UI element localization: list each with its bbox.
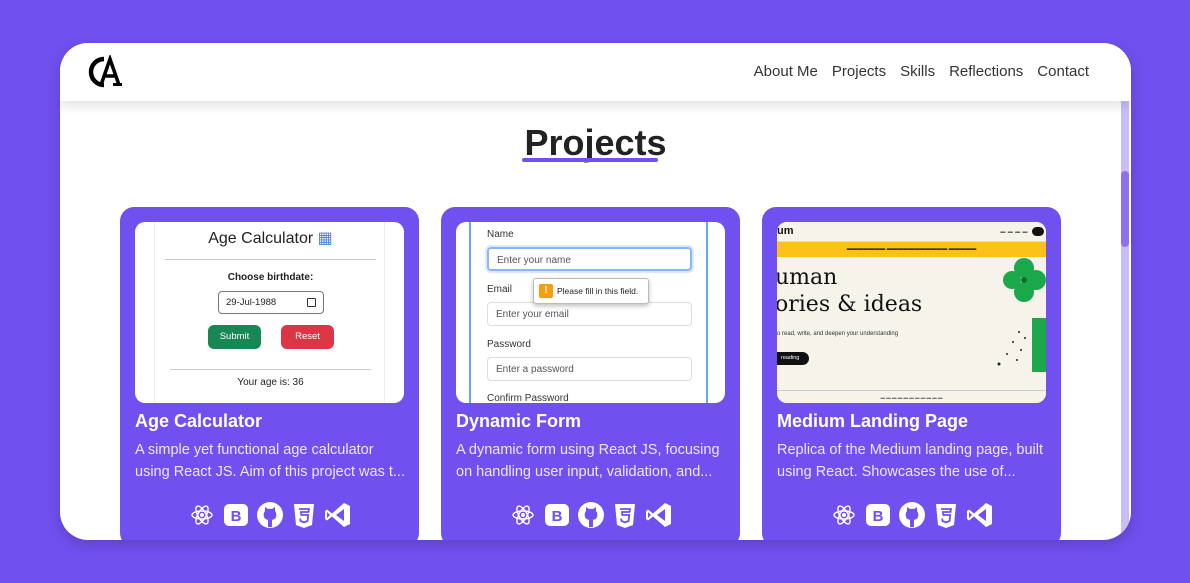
vscode-icon bbox=[324, 501, 352, 529]
password-input: Enter a password bbox=[487, 357, 692, 381]
project-card-dynamic-form[interactable]: Name Enter your name Email Enter your em… bbox=[441, 207, 740, 540]
title-underline bbox=[522, 158, 658, 162]
birthdate-input: 29-Jul-1988 bbox=[218, 291, 324, 314]
preview-subtext: o read, write, and deepen your understan… bbox=[777, 331, 899, 337]
tech-icons: B bbox=[762, 501, 1061, 529]
github-icon bbox=[577, 501, 605, 529]
vscode-icon bbox=[966, 501, 994, 529]
name-input: Enter your name bbox=[487, 247, 692, 271]
project-description: A dynamic form using React JS, focusing … bbox=[456, 442, 720, 480]
nav-link-projects[interactable]: Projects bbox=[832, 63, 886, 80]
css3-icon bbox=[932, 501, 960, 529]
navbar: About Me Projects Skills Reflections Con… bbox=[60, 43, 1131, 101]
bootstrap-icon: B bbox=[222, 501, 250, 529]
browser-window: About Me Projects Skills Reflections Con… bbox=[60, 43, 1131, 540]
preview-label: Choose birthdate: bbox=[227, 272, 314, 283]
nav-link-skills[interactable]: Skills bbox=[900, 63, 935, 80]
submit-button: Submit bbox=[208, 325, 261, 349]
bootstrap-icon: B bbox=[864, 501, 892, 529]
calendar-icon bbox=[307, 298, 316, 307]
email-input: Enter your email bbox=[487, 302, 692, 326]
medium-preview: um ▬ ▬ ▬ ▬ ▬▬▬▬▬▬▬ ▬▬▬▬▬▬▬▬▬▬▬ ▬▬▬▬▬ uma… bbox=[777, 222, 1046, 403]
react-icon bbox=[830, 501, 858, 529]
project-description: A simple yet functional age calculator u… bbox=[135, 442, 405, 480]
preview-footer: ▬ ▬ ▬ ▬ ▬ ▬ ▬ ▬ ▬ ▬ ▬ bbox=[777, 390, 1046, 403]
react-icon bbox=[509, 501, 537, 529]
scrollbar-thumb[interactable] bbox=[1121, 171, 1129, 247]
reset-button: Reset bbox=[281, 325, 334, 349]
project-card-age-calculator[interactable]: Age Calculator ▦ Choose birthdate: 29-Ju… bbox=[120, 207, 419, 540]
calendar-emoji-icon: ▦ bbox=[317, 230, 333, 247]
birthdate-value: 29-Jul-1988 bbox=[226, 297, 277, 308]
preview-nav-button bbox=[1032, 227, 1044, 236]
vscode-icon bbox=[645, 501, 673, 529]
project-card-medium-landing-page[interactable]: um ▬ ▬ ▬ ▬ ▬▬▬▬▬▬▬ ▬▬▬▬▬▬▬▬▬▬▬ ▬▬▬▬▬ uma… bbox=[762, 207, 1061, 540]
confirm-password-label: Confirm Password bbox=[487, 393, 569, 403]
preview-cta-button: reading bbox=[777, 352, 809, 365]
svg-text:B: B bbox=[551, 508, 562, 525]
dots-illustration-icon bbox=[997, 331, 1026, 366]
dynamic-form-preview: Name Enter your name Email Enter your em… bbox=[469, 222, 708, 403]
github-icon bbox=[898, 501, 926, 529]
nav-link-about-me[interactable]: About Me bbox=[754, 63, 818, 80]
logo-icon[interactable] bbox=[85, 55, 125, 89]
project-title: Medium Landing Page bbox=[777, 411, 969, 431]
preview-nav: um ▬ ▬ ▬ ▬ bbox=[777, 222, 1046, 242]
css3-icon bbox=[611, 501, 639, 529]
warning-icon: ! bbox=[539, 284, 553, 298]
tech-icons: B bbox=[120, 501, 419, 529]
project-title: Age Calculator bbox=[135, 411, 263, 431]
nav-link-contact[interactable]: Contact bbox=[1037, 63, 1089, 80]
divider bbox=[165, 259, 376, 260]
preview-nav-items: ▬ ▬ ▬ ▬ bbox=[1000, 229, 1028, 235]
github-icon bbox=[256, 501, 284, 529]
divider bbox=[170, 369, 371, 370]
age-calculator-preview: Age Calculator ▦ Choose birthdate: 29-Ju… bbox=[154, 222, 385, 403]
tech-icons: B bbox=[441, 501, 740, 529]
project-preview-image: um ▬ ▬ ▬ ▬ ▬▬▬▬▬▬▬ ▬▬▬▬▬▬▬▬▬▬▬ ▬▬▬▬▬ uma… bbox=[777, 222, 1046, 403]
validation-tooltip: ! Please fill in this field. bbox=[533, 278, 649, 304]
preview-heading: Age Calculator bbox=[208, 230, 314, 247]
svg-text:B: B bbox=[872, 508, 883, 525]
react-icon bbox=[188, 501, 216, 529]
nav-link-reflections[interactable]: Reflections bbox=[949, 63, 1023, 80]
bootstrap-icon: B bbox=[543, 501, 571, 529]
project-description: Replica of the Medium landing page, buil… bbox=[777, 442, 1043, 480]
svg-text:B: B bbox=[230, 508, 241, 525]
preview-headline: uman ories & ideas bbox=[777, 265, 923, 317]
name-label: Name bbox=[487, 229, 514, 240]
age-result: Your age is: 36 bbox=[237, 377, 304, 388]
css3-icon bbox=[290, 501, 318, 529]
flower-illustration-icon bbox=[1003, 258, 1046, 302]
nav-links: About Me Projects Skills Reflections Con… bbox=[754, 63, 1089, 80]
project-preview-image: Name Enter your name Email Enter your em… bbox=[456, 222, 725, 403]
password-label: Password bbox=[487, 339, 531, 350]
project-preview-image: Age Calculator ▦ Choose birthdate: 29-Ju… bbox=[135, 222, 404, 403]
project-title: Dynamic Form bbox=[456, 411, 582, 431]
preview-green-block bbox=[1032, 318, 1046, 372]
email-label: Email bbox=[487, 284, 513, 295]
tooltip-text: Please fill in this field. bbox=[557, 286, 639, 296]
preview-logo: um bbox=[777, 225, 794, 237]
